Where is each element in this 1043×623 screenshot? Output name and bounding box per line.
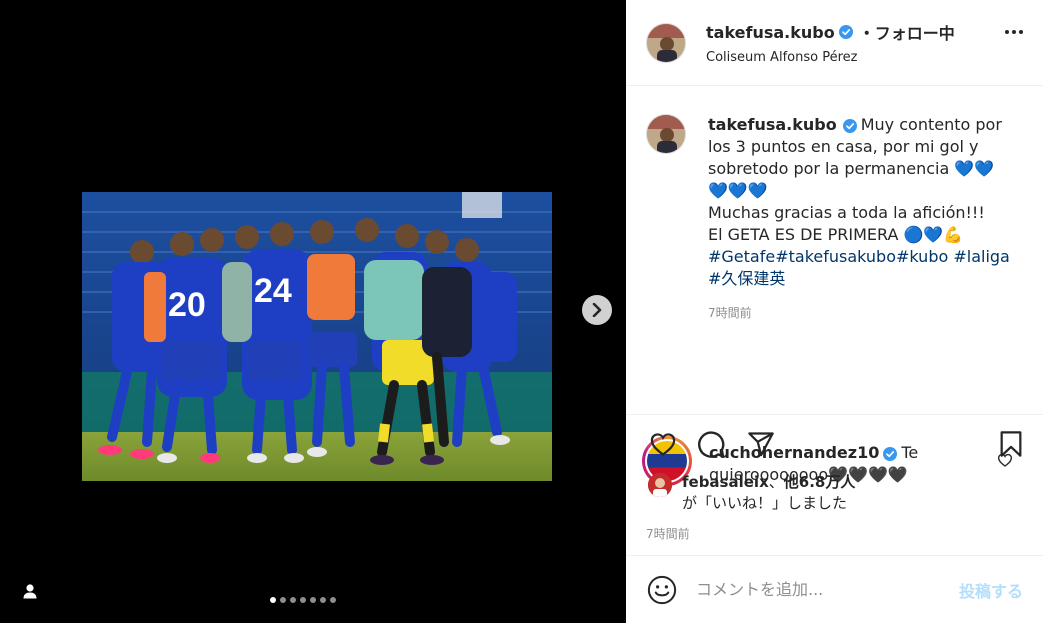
post-timestamp[interactable]: 7時間前 [646, 525, 690, 542]
carousel-dot [330, 597, 336, 603]
verified-badge-icon [838, 25, 853, 39]
post-author-username[interactable]: takefusa.kubo [706, 23, 835, 42]
likes-separator: 、 [768, 473, 784, 491]
paper-plane-icon [748, 432, 774, 457]
likes-suffix: が「いいね！」しました [682, 494, 848, 512]
likes-count-link[interactable]: 他6.8万人 [784, 473, 856, 491]
smiley-face-icon [647, 575, 677, 604]
save-button[interactable] [994, 427, 1028, 461]
carousel-indicator [270, 597, 336, 603]
blue-heart-emoji: 💙💙💙 [708, 181, 768, 200]
comment-composer: 投稿する [626, 555, 1043, 623]
post-header: takefusa.kubo ・フォロー中 Coliseum Alfonso Pé… [626, 0, 1043, 86]
user-icon [23, 584, 37, 599]
liker-username[interactable]: febasaleix [682, 473, 769, 491]
more-dots-icon [1005, 30, 1009, 34]
action-bar [626, 427, 1043, 467]
blue-heart-emoji: 💙💙 [949, 159, 995, 178]
hashtag-links[interactable]: #Getafe#takefusakubo#kubo #laliga #久保建英 [708, 247, 1010, 288]
jersey-number-20: 20 [168, 286, 206, 324]
post-location[interactable]: Coliseum Alfonso Pérez [706, 50, 955, 65]
carousel-dot [300, 597, 306, 603]
carousel-dot [270, 597, 276, 603]
like-button[interactable] [646, 427, 680, 461]
comment-bubble-icon [698, 431, 725, 458]
avatar[interactable] [646, 22, 686, 63]
bookmark-icon [1000, 431, 1022, 457]
carousel-dot [320, 597, 326, 603]
comment-button[interactable] [694, 427, 728, 461]
emoji-picker-button[interactable] [646, 574, 678, 606]
caption-text: takefusa.kubo Muy contento por los 3 punt… [708, 114, 1013, 324]
jersey-number-24: 24 [254, 272, 292, 310]
tagged-users-button[interactable] [18, 579, 42, 603]
carousel-dot [290, 597, 296, 603]
caption-line: Muchas gracias a toda la afición!!! [708, 203, 985, 222]
caption-timestamp: 7時間前 [708, 306, 752, 320]
post-side-panel: takefusa.kubo ・フォロー中 Coliseum Alfonso Pé… [626, 0, 1043, 623]
caption-avatar[interactable] [646, 114, 686, 154]
comment-input[interactable] [696, 580, 936, 599]
likes-summary: febasaleix、他6.8万人 が「いいね！」しました [648, 472, 855, 514]
caption-line: El GETA ES DE PRIMERA [708, 225, 899, 244]
avatar[interactable] [648, 473, 672, 497]
follow-status[interactable]: ・フォロー中 [859, 20, 955, 44]
post-comment-button[interactable]: 投稿する [959, 578, 1023, 602]
carousel-dot [310, 597, 316, 603]
media-viewer: 20 24 [0, 0, 626, 623]
heart-icon [650, 433, 676, 456]
caption-emoji: 🔵💙💪 [898, 225, 964, 244]
post-caption: takefusa.kubo Muy contento por los 3 punt… [646, 114, 1013, 324]
post-photo[interactable]: 20 24 [82, 192, 552, 481]
comments-section: takefusa.kubo Muy contento por los 3 punt… [626, 86, 1043, 486]
verified-badge-icon [842, 118, 857, 133]
more-options-button[interactable] [1005, 30, 1023, 34]
next-slide-button[interactable] [582, 295, 612, 325]
caption-username[interactable]: takefusa.kubo [708, 115, 837, 134]
share-button[interactable] [744, 427, 778, 461]
chevron-right-icon [592, 303, 602, 317]
carousel-dot [280, 597, 286, 603]
